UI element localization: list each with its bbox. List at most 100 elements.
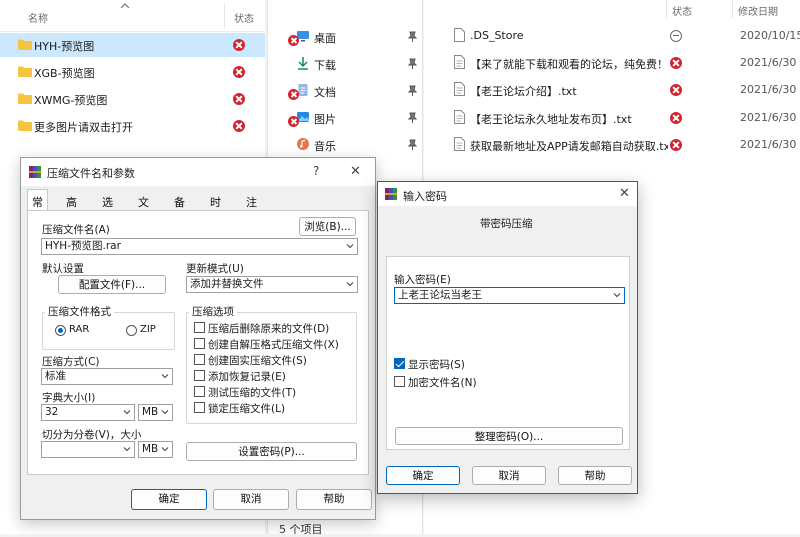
show-password-label: 显示密码(S) [408,359,465,371]
tab-options[interactable]: 选项 [98,191,117,225]
file-date: 2021/6/30 2 [740,56,800,69]
cancel-button[interactable]: 取消 [213,489,289,510]
archive-format-title: 压缩文件格式 [45,304,114,319]
split-unit-combo[interactable]: MB [138,441,173,458]
nav-item-documents[interactable]: 文档 [268,79,424,103]
show-password-checkbox[interactable] [394,358,405,369]
folder-name: 更多图片请双击打开 [34,121,133,134]
pin-icon[interactable] [408,139,417,150]
option-sfx-checkbox[interactable] [194,338,205,349]
chevron-down-icon [346,282,354,287]
folder-row-xgb[interactable]: XGB-预览图 [0,60,265,84]
format-zip-radio[interactable] [126,325,137,336]
tab-advanced[interactable]: 高级 [62,191,81,225]
folder-row-xwmg[interactable]: XWMG-预览图 [0,87,265,111]
column-status[interactable]: 状态 [234,10,254,25]
pin-icon[interactable] [408,85,417,96]
column-status[interactable]: 状态 [672,3,692,18]
chevron-down-icon [346,244,354,249]
column-header: 名称 状态 [0,0,265,32]
nav-item-pictures[interactable]: 图片 [268,106,424,130]
option-label: 添加恢复记录(E) [208,371,286,383]
dictionary-size-combo[interactable]: 32 [41,404,135,421]
folder-icon [18,120,32,131]
download-icon [298,57,308,70]
browse-button[interactable]: 浏览(B)... [299,217,356,236]
sync-pending-icon [670,30,682,42]
option-test-checkbox[interactable] [194,386,205,397]
pin-icon[interactable] [408,112,417,123]
file-name: 【老王论坛永久地址发布页】.txt [470,113,632,126]
option-label: 锁定压缩文件(L) [208,403,286,415]
file-row[interactable]: .DS_Store 2020/10/15 2 [424,23,800,49]
help-button[interactable]: 帮助 [296,489,372,510]
file-row[interactable]: 【老王论坛介绍】.txt 2021/6/30 2 [424,77,800,103]
password-input[interactable]: 上老王论坛当老王 [394,287,625,304]
sync-error-icon [670,139,682,151]
file-date: 2021/6/30 2 [740,138,800,151]
close-icon[interactable]: ✕ [619,186,630,201]
folder-icon [18,93,32,104]
file-date: 2021/6/30 2 [740,83,800,96]
option-delete-after-checkbox[interactable] [194,322,205,333]
file-icon [454,28,465,42]
tab-backup[interactable]: 备份 [170,191,189,225]
tab-files[interactable]: 文件 [134,191,153,225]
music-icon [297,138,309,150]
ok-button[interactable]: 确定 [386,466,460,485]
dictionary-unit-value: MB [142,406,159,418]
option-recovery-checkbox[interactable] [194,370,205,381]
text-file-icon [454,137,465,151]
sync-error-icon [288,35,299,46]
folder-row-hyh[interactable]: HYH-预览图 [0,33,265,57]
archive-name-combo[interactable]: HYH-预览图.rar [41,238,358,255]
chevron-down-icon [161,447,169,452]
column-divider[interactable] [732,0,733,18]
column-divider[interactable] [224,4,225,28]
dictionary-unit-combo[interactable]: MB [138,404,173,421]
update-mode-combo[interactable]: 添加并替换文件 [186,276,358,293]
status-bar-item-count: 5 个项目 [279,523,323,536]
ok-button[interactable]: 确定 [131,489,207,510]
option-label: 压缩后删除原来的文件(D) [208,323,330,335]
sort-up-icon[interactable] [120,2,130,10]
format-rar-radio[interactable] [55,325,66,336]
compression-method-combo[interactable]: 标准 [41,368,173,385]
nav-item-downloads[interactable]: 下载 [268,52,424,76]
help-button[interactable]: 帮助 [558,466,632,485]
column-name[interactable]: 名称 [28,10,48,25]
organize-passwords-button[interactable]: 整理密码(O)... [395,427,623,445]
password-heading: 带密码压缩 [480,218,533,230]
option-solid-checkbox[interactable] [194,354,205,365]
folder-icon [18,39,32,50]
option-label: 测试压缩的文件(T) [208,387,297,399]
pin-icon[interactable] [408,31,417,42]
split-size-combo[interactable] [41,441,135,458]
folder-name: XGB-预览图 [34,67,95,80]
close-icon[interactable]: ✕ [350,164,361,179]
file-row[interactable]: 【老王论坛永久地址发布页】.txt 2021/6/30 2 [424,105,800,131]
folder-row-more[interactable]: 更多图片请双击打开 [0,114,265,138]
file-row[interactable]: 【来了就能下载和观看的论坛，纯免费！... 2021/6/30 2 [424,50,800,76]
cancel-button[interactable]: 取消 [472,466,546,485]
text-file-icon [454,55,465,69]
profiles-button[interactable]: 配置文件(F)... [58,275,166,294]
pin-icon[interactable] [408,58,417,69]
column-divider[interactable] [666,0,667,18]
option-lock-checkbox[interactable] [194,402,205,413]
nav-item-music[interactable]: 音乐 [268,133,424,157]
help-icon[interactable]: ? [313,164,319,178]
tab-time[interactable]: 时间 [206,191,225,225]
encrypt-filenames-checkbox[interactable] [394,376,405,387]
dialog-titlebar[interactable]: 输入密码 ✕ [378,182,637,206]
file-name: .DS_Store [470,29,524,42]
sync-error-icon [233,39,245,51]
nav-item-label: 桌面 [314,32,336,45]
file-row[interactable]: 获取最新地址及APP请发邮箱自动获取.txt 2021/6/30 2 [424,132,800,158]
tab-comment[interactable]: 注释 [242,191,261,225]
set-password-button[interactable]: 设置密码(P)... [186,442,357,461]
tab-general[interactable]: 常规 [27,189,48,225]
nav-item-desktop[interactable]: 桌面 [268,25,424,49]
column-modified[interactable]: 修改日期 [738,3,778,18]
dialog-titlebar[interactable]: 压缩文件名和参数 ? ✕ [21,158,375,186]
